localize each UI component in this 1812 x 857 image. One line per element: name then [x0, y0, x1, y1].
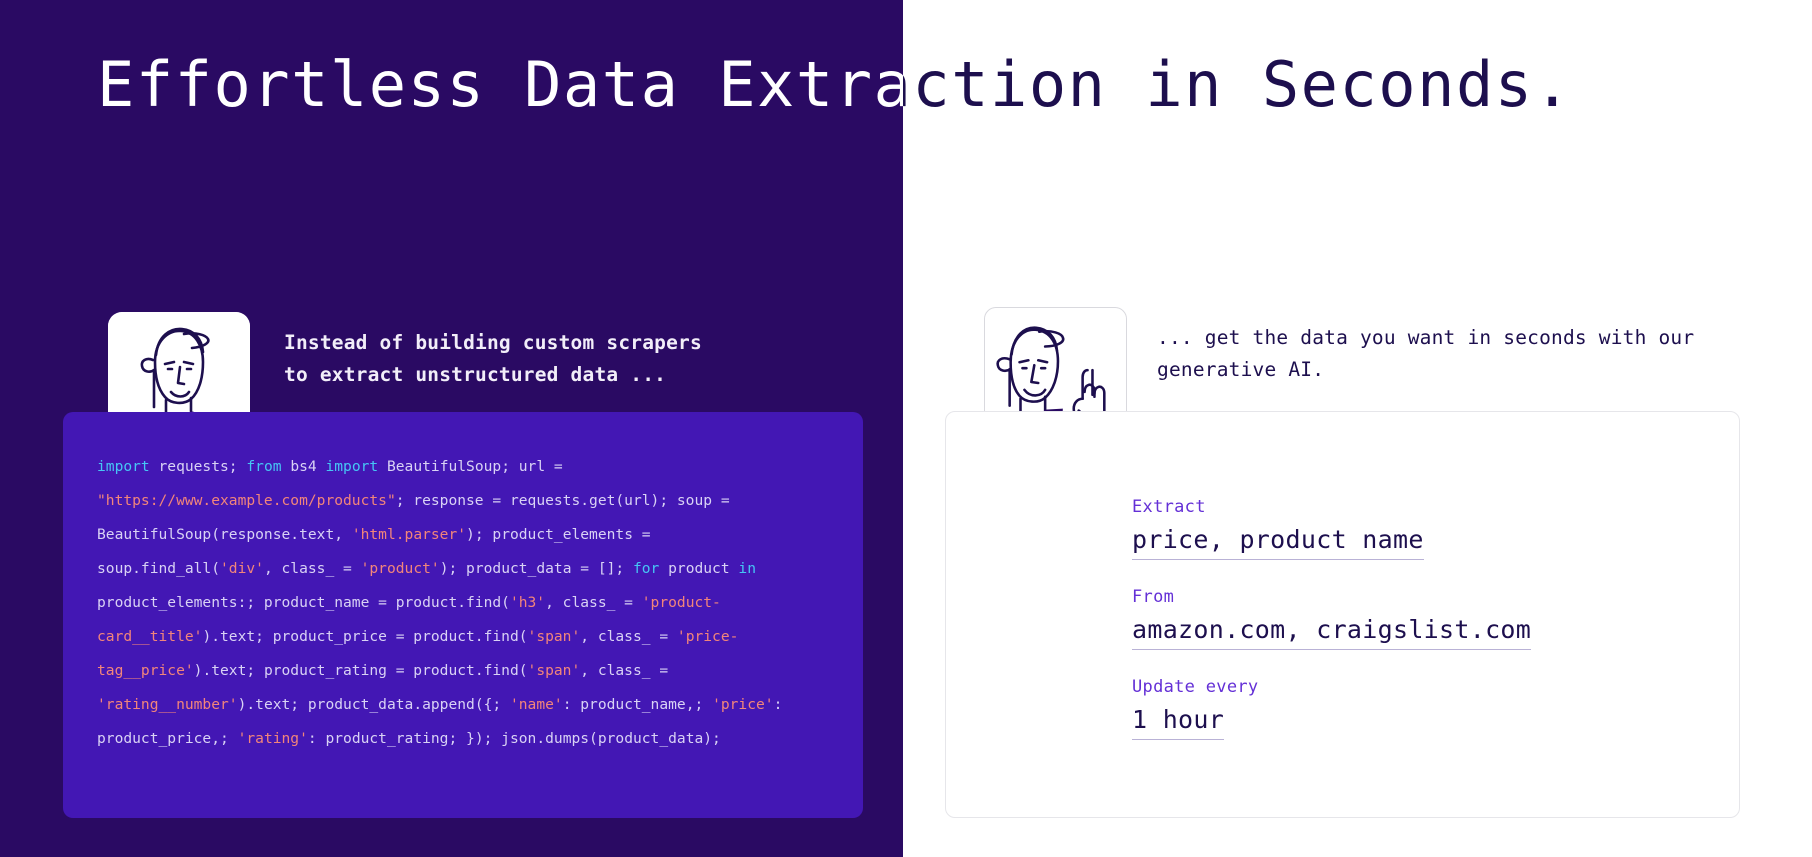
code-token: : product_rating; }); json.dumps(product…: [307, 730, 721, 747]
right-caption-line: ... get the data you want in seconds wit…: [1157, 326, 1695, 349]
code-token: ).text; product_rating = product.find(: [193, 662, 528, 679]
field-from: From amazon.com, craigslist.com: [1132, 584, 1692, 650]
field-extract: Extract price, product name: [1132, 494, 1692, 560]
field-label: Update every: [1132, 677, 1259, 697]
code-token: 'name': [509, 696, 563, 713]
field-value[interactable]: price, product name: [1132, 522, 1424, 560]
page-root: Effortless Data Extraction in Seconds. E…: [0, 0, 1812, 857]
code-token: 'rating__number': [97, 696, 238, 713]
code-token: product_elements:; product_name = produc…: [97, 594, 510, 611]
field-label: From: [1132, 587, 1175, 607]
code-token: "https://www.example.com/products": [97, 492, 396, 509]
code-token: , class_ =: [580, 628, 677, 645]
extraction-fields: Extract price, product name From amazon.…: [1132, 494, 1692, 740]
code-snippet-block: import requests; from bs4 import Beautif…: [63, 412, 863, 818]
code-token: requests;: [149, 458, 247, 475]
code-token: ).text; product_data.append({;: [237, 696, 510, 713]
code-token: 'span': [527, 628, 581, 645]
code-token: ); product_data = [];: [439, 560, 633, 577]
code-token: 'product': [360, 560, 440, 577]
code-token: , class_ =: [545, 594, 642, 611]
code-token: 'rating': [237, 730, 308, 747]
code-token: bs4: [281, 458, 326, 475]
code-token: import: [325, 458, 379, 475]
code-token: 'price': [712, 696, 774, 713]
code-token: , class_ =: [263, 560, 361, 577]
right-caption-text: ... get the data you want in seconds wit…: [1157, 307, 1697, 386]
left-caption-line: to extract unstructured data ...: [284, 363, 667, 386]
code-token: : product_name,;: [562, 696, 713, 713]
code-token: BeautifulSoup; url =: [378, 458, 563, 475]
code-token: 'div': [220, 560, 264, 577]
left-caption-line: Instead of building custom scrapers: [284, 331, 702, 354]
field-update-every: Update every 1 hour: [1132, 674, 1692, 740]
code-token: import: [97, 458, 150, 475]
code-token: 'html.parser': [351, 526, 467, 543]
field-value[interactable]: amazon.com, craigslist.com: [1132, 612, 1532, 650]
code-token: ).text; product_price = product.find(: [202, 628, 528, 645]
code-snippet-text: import requests; from bs4 import Beautif…: [97, 450, 829, 756]
code-token: in: [738, 560, 756, 577]
right-caption-line: generative AI.: [1157, 358, 1325, 381]
code-token: product: [659, 560, 739, 577]
code-token: 'h3': [509, 594, 546, 611]
left-panel: Instead of building custom scrapers to e…: [0, 0, 903, 857]
code-token: 'span': [527, 662, 581, 679]
field-label: Extract: [1132, 497, 1206, 517]
field-value[interactable]: 1 hour: [1132, 702, 1225, 740]
code-token: , class_ =: [580, 662, 669, 679]
code-token: from: [246, 458, 282, 475]
left-caption-text: Instead of building custom scrapers to e…: [284, 312, 704, 391]
code-token: for: [632, 560, 660, 577]
